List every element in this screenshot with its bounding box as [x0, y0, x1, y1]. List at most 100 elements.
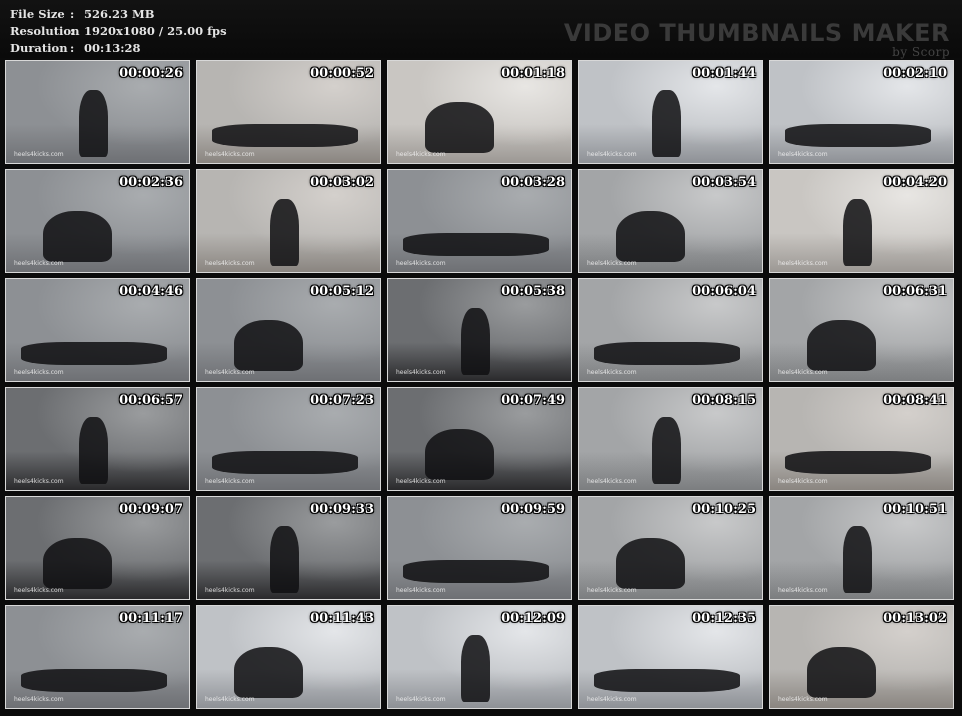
- file-size-value: 526.23 MB: [84, 7, 155, 21]
- timestamp-label: 00:09:07: [119, 502, 183, 517]
- timestamp-label: 00:13:02: [883, 611, 947, 626]
- brand-watermark: VIDEO THUMBNAILS MAKER by Scorp: [564, 20, 950, 59]
- timestamp-label: 00:06:31: [883, 284, 947, 299]
- figure-silhouette: [784, 124, 932, 147]
- video-thumbnail[interactable]: 00:10:25 heels4kicks.com: [578, 496, 763, 600]
- timestamp-label: 00:03:54: [692, 175, 756, 190]
- figure-silhouette: [424, 101, 495, 153]
- video-thumbnail[interactable]: 00:06:04 heels4kicks.com: [578, 278, 763, 382]
- timestamp-label: 00:06:04: [692, 284, 756, 299]
- figure-silhouette: [211, 124, 359, 147]
- video-thumbnail[interactable]: 00:09:33 heels4kicks.com: [196, 496, 381, 600]
- file-size-label: File Size: [10, 7, 65, 21]
- video-thumbnail[interactable]: 00:11:43 heels4kicks.com: [196, 605, 381, 709]
- figure-silhouette: [461, 307, 491, 375]
- figure-silhouette: [652, 416, 682, 484]
- video-thumbnail[interactable]: 00:06:57 heels4kicks.com: [5, 387, 190, 491]
- video-thumbnail[interactable]: 00:01:44 heels4kicks.com: [578, 60, 763, 164]
- info-header: File Size : 526.23 MB Resolution : 1920x…: [0, 0, 962, 59]
- video-thumbnail[interactable]: 00:06:31 heels4kicks.com: [769, 278, 954, 382]
- figure-silhouette: [784, 451, 932, 474]
- file-size-row: File Size : 526.23 MB: [10, 6, 227, 23]
- figure-silhouette: [843, 525, 873, 593]
- site-watermark: heels4kicks.com: [778, 696, 828, 703]
- figure-silhouette: [20, 342, 168, 365]
- figure-silhouette: [20, 669, 168, 692]
- timestamp-label: 00:04:46: [119, 284, 183, 299]
- figure-silhouette: [211, 451, 359, 474]
- figure-silhouette: [615, 537, 686, 589]
- figure-silhouette: [843, 198, 873, 266]
- timestamp-label: 00:08:15: [692, 393, 756, 408]
- figure-silhouette: [79, 416, 109, 484]
- site-watermark: heels4kicks.com: [778, 478, 828, 485]
- video-thumbnail[interactable]: 00:05:12 heels4kicks.com: [196, 278, 381, 382]
- video-thumbnail[interactable]: 00:00:26 heels4kicks.com: [5, 60, 190, 164]
- timestamp-label: 00:03:28: [501, 175, 565, 190]
- figure-silhouette: [79, 89, 109, 157]
- timestamp-label: 00:00:26: [119, 66, 183, 81]
- video-thumbnail[interactable]: 00:13:02 heels4kicks.com: [769, 605, 954, 709]
- figure-silhouette: [233, 319, 304, 371]
- site-watermark: heels4kicks.com: [396, 151, 446, 158]
- timestamp-label: 00:01:18: [501, 66, 565, 81]
- brand-byline: by Scorp: [892, 45, 950, 59]
- video-thumbnail[interactable]: 00:00:52 heels4kicks.com: [196, 60, 381, 164]
- video-thumbnail[interactable]: 00:01:18 heels4kicks.com: [387, 60, 572, 164]
- video-thumbnail[interactable]: 00:04:20 heels4kicks.com: [769, 169, 954, 273]
- timestamp-label: 00:12:35: [692, 611, 756, 626]
- figure-silhouette: [42, 537, 113, 589]
- figure-silhouette: [270, 525, 300, 593]
- video-thumbnail[interactable]: 00:08:15 heels4kicks.com: [578, 387, 763, 491]
- site-watermark: heels4kicks.com: [587, 151, 637, 158]
- video-thumbnail[interactable]: 00:03:54 heels4kicks.com: [578, 169, 763, 273]
- video-thumbnail[interactable]: 00:03:28 heels4kicks.com: [387, 169, 572, 273]
- site-watermark: heels4kicks.com: [587, 696, 637, 703]
- separator: :: [70, 41, 75, 55]
- timestamp-label: 00:08:41: [883, 393, 947, 408]
- video-thumbnail[interactable]: 00:10:51 heels4kicks.com: [769, 496, 954, 600]
- figure-silhouette: [806, 646, 877, 698]
- video-thumbnail[interactable]: 00:05:38 heels4kicks.com: [387, 278, 572, 382]
- timestamp-label: 00:05:38: [501, 284, 565, 299]
- site-watermark: heels4kicks.com: [14, 587, 64, 594]
- figure-silhouette: [652, 89, 682, 157]
- video-thumbnail[interactable]: 00:02:10 heels4kicks.com: [769, 60, 954, 164]
- file-info: File Size : 526.23 MB Resolution : 1920x…: [10, 6, 227, 57]
- separator: :: [70, 7, 75, 21]
- video-thumbnail[interactable]: 00:12:09 heels4kicks.com: [387, 605, 572, 709]
- timestamp-label: 00:02:10: [883, 66, 947, 81]
- figure-silhouette: [233, 646, 304, 698]
- video-thumbnail[interactable]: 00:09:59 heels4kicks.com: [387, 496, 572, 600]
- figure-silhouette: [42, 210, 113, 262]
- video-thumbnail[interactable]: 00:04:46 heels4kicks.com: [5, 278, 190, 382]
- figure-silhouette: [806, 319, 877, 371]
- site-watermark: heels4kicks.com: [205, 478, 255, 485]
- timestamp-label: 00:05:12: [310, 284, 374, 299]
- video-thumbnail[interactable]: 00:12:35 heels4kicks.com: [578, 605, 763, 709]
- timestamp-label: 00:11:17: [119, 611, 183, 626]
- timestamp-label: 00:11:43: [310, 611, 374, 626]
- site-watermark: heels4kicks.com: [778, 151, 828, 158]
- duration-value: 00:13:28: [84, 41, 141, 55]
- video-thumbnail[interactable]: 00:07:49 heels4kicks.com: [387, 387, 572, 491]
- video-thumbnail[interactable]: 00:11:17 heels4kicks.com: [5, 605, 190, 709]
- video-thumbnail[interactable]: 00:08:41 heels4kicks.com: [769, 387, 954, 491]
- site-watermark: heels4kicks.com: [396, 369, 446, 376]
- video-thumbnail[interactable]: 00:02:36 heels4kicks.com: [5, 169, 190, 273]
- thumbnail-grid: 00:00:26 heels4kicks.com 00:00:52 heels4kic…: [5, 60, 960, 712]
- timestamp-label: 00:06:57: [119, 393, 183, 408]
- figure-silhouette: [270, 198, 300, 266]
- site-watermark: heels4kicks.com: [205, 151, 255, 158]
- timestamp-label: 00:12:09: [501, 611, 565, 626]
- site-watermark: heels4kicks.com: [778, 260, 828, 267]
- video-thumbnail[interactable]: 00:07:23 heels4kicks.com: [196, 387, 381, 491]
- site-watermark: heels4kicks.com: [205, 369, 255, 376]
- site-watermark: heels4kicks.com: [205, 696, 255, 703]
- video-thumbnail[interactable]: 00:03:02 heels4kicks.com: [196, 169, 381, 273]
- timestamp-label: 00:09:59: [501, 502, 565, 517]
- timestamp-label: 00:07:49: [501, 393, 565, 408]
- site-watermark: heels4kicks.com: [587, 478, 637, 485]
- timestamp-label: 00:10:51: [883, 502, 947, 517]
- video-thumbnail[interactable]: 00:09:07 heels4kicks.com: [5, 496, 190, 600]
